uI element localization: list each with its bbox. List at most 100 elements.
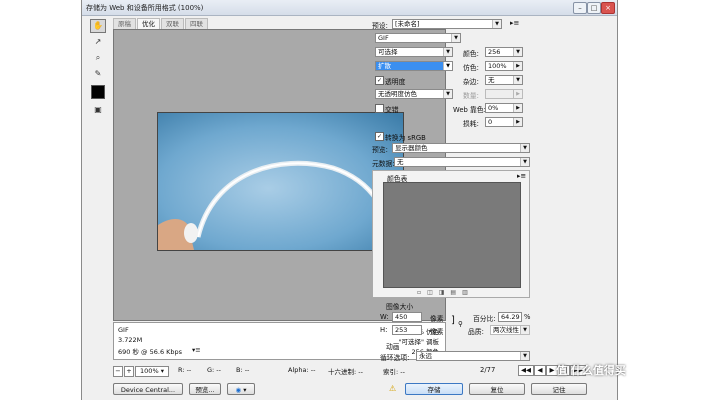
tab-optimized[interactable]: 优化	[137, 18, 160, 29]
dither-label: 仿色:	[463, 64, 479, 72]
toolbox: ✋ ↗ ⌕ ✎ ▣	[88, 18, 106, 114]
colors-select[interactable]: 256 ▼	[485, 47, 523, 57]
map-transparent-icon[interactable]: ▫	[417, 289, 427, 296]
view-tabs: 原稿 优化 双联 四联	[113, 18, 209, 29]
width-label: W:	[380, 313, 389, 321]
chevron-down-icon: ▼	[443, 90, 452, 98]
height-unit: 像素	[430, 328, 444, 336]
preset-select[interactable]: [未命名] ▼	[392, 19, 502, 29]
info-format: GIF	[118, 326, 129, 334]
new-color-icon[interactable]: ▤	[450, 289, 462, 296]
device-central-button[interactable]: Device Central...	[113, 383, 183, 395]
frame-counter: 2/77	[480, 366, 496, 374]
chevron-down-icon: ▼	[443, 48, 452, 56]
zoom-out-button[interactable]: −	[113, 366, 123, 377]
width-field[interactable]: 450	[392, 312, 422, 322]
chevron-down-icon: ▼	[520, 352, 529, 360]
zoom-icon[interactable]: ⌕	[90, 51, 106, 65]
preview-label: 预览:	[372, 146, 388, 154]
constrain-link-icon[interactable]: ]	[451, 315, 455, 326]
format-select[interactable]: GIF ▼	[375, 33, 461, 43]
bottom-buttons: Device Central... 预览... ◉ ▾ ⚠ 存储 复位 记住	[113, 382, 613, 396]
height-field[interactable]: 253	[392, 325, 422, 335]
reset-button[interactable]: 复位	[469, 383, 525, 395]
matte-label: 杂边:	[463, 78, 479, 86]
amount-field: ▶	[485, 89, 523, 99]
convert-srgb-checkbox[interactable]: ✓	[375, 132, 384, 141]
websnap-field[interactable]: 0% ▶	[485, 103, 523, 113]
transparency-checkbox[interactable]: ✓	[375, 76, 384, 85]
zoom-in-button[interactable]: +	[124, 366, 134, 377]
chevron-down-icon: ▼	[443, 62, 452, 70]
eyedropper-icon[interactable]: ✎	[90, 67, 106, 81]
chevron-down-icon: ▼	[492, 20, 501, 28]
close-icon[interactable]: ×	[601, 2, 615, 14]
window-title: 存储为 Web 和设备所用格式 (100%)	[86, 4, 204, 12]
tab-original[interactable]: 原稿	[113, 18, 136, 29]
toggle-slices-icon[interactable]: ▣	[90, 103, 106, 117]
alpha-readout: Alpha: --	[288, 366, 316, 374]
color-table-menu-icon[interactable]: ▸≡	[517, 172, 526, 180]
preview-select[interactable]: 显示器颜色 ▼	[392, 143, 530, 153]
browser-preview-button[interactable]: ◉ ▾	[227, 383, 255, 395]
link-icon[interactable]: ⚲	[458, 320, 463, 328]
chevron-right-icon: ▶	[513, 90, 522, 98]
zoom-level-select[interactable]: 100% ▾	[135, 366, 169, 377]
width-unit: 像素	[430, 315, 444, 323]
metadata-select[interactable]: 无 ▼	[394, 157, 530, 167]
loop-select[interactable]: 永远 ▼	[416, 351, 530, 361]
slice-select-icon[interactable]: ↗	[90, 35, 106, 49]
web-shift-icon[interactable]: ◫	[427, 289, 439, 296]
transparency-dither-select[interactable]: 无透明度仿色 ▼	[375, 89, 453, 99]
websnap-label: Web 靠色:	[453, 106, 486, 114]
matte-select[interactable]: 无 ▼	[485, 75, 523, 85]
tab-4up[interactable]: 四联	[185, 18, 208, 29]
eyedropper-color-swatch[interactable]	[91, 85, 105, 99]
title-bar: 存储为 Web 和设备所用格式 (100%) – □ ×	[82, 0, 617, 16]
save-button[interactable]: 存储	[405, 383, 463, 395]
tab-2up[interactable]: 双联	[161, 18, 184, 29]
percent-label: 百分比:	[473, 315, 496, 323]
browser-icon: ◉	[235, 386, 242, 394]
preview-image	[157, 112, 404, 251]
chevron-down-icon: ▼	[520, 158, 529, 166]
settings-menu-icon[interactable]: ▸≡	[510, 19, 519, 27]
lossy-field[interactable]: 0 ▶	[485, 117, 523, 127]
preview-button[interactable]: 预览...	[189, 383, 221, 395]
watermark: 值 什么值得买	[556, 364, 626, 377]
remember-button[interactable]: 记住	[531, 383, 587, 395]
preset-label: 预设:	[372, 22, 388, 30]
metadata-label: 元数据:	[372, 160, 395, 168]
dither-amount-field[interactable]: 100% ▶	[485, 61, 523, 71]
dither-algorithm-select[interactable]: 扩散 ▼	[375, 61, 453, 71]
prev-frame-button[interactable]: ◀	[534, 365, 546, 376]
animation-title: 动画	[386, 343, 400, 351]
percent-field[interactable]: 64.29	[498, 312, 522, 322]
index-readout: 索引: --	[383, 368, 405, 376]
delete-color-icon[interactable]: ▥	[462, 289, 474, 296]
save-for-web-dialog: 存储为 Web 和设备所用格式 (100%) – □ × ✋ ↗ ⌕ ✎ ▣ 原…	[81, 0, 618, 400]
chevron-right-icon: ▶	[513, 62, 522, 70]
percent-unit: %	[524, 313, 531, 321]
hex-readout: 十六进制: --	[328, 368, 363, 376]
height-label: H:	[380, 326, 388, 334]
first-frame-button[interactable]: ◀◀	[518, 365, 534, 376]
info-menu-icon[interactable]: ▾≡	[192, 346, 201, 354]
quality-select[interactable]: 两次线性 ▼	[490, 325, 530, 335]
lock-color-icon[interactable]: ◨	[439, 289, 451, 296]
color-table-actions: ▫◫◨▤▥	[417, 289, 474, 296]
convert-srgb-label: 转换为 sRGB	[385, 134, 426, 142]
b-readout: B: --	[236, 366, 250, 374]
color-table-grid[interactable]	[383, 182, 521, 288]
minimize-icon[interactable]: –	[573, 2, 587, 14]
maximize-icon[interactable]: □	[587, 2, 601, 14]
hand-icon[interactable]: ✋	[90, 19, 106, 33]
cable-photo	[158, 113, 403, 250]
interlaced-checkbox[interactable]	[375, 104, 384, 113]
chevron-down-icon: ▼	[513, 76, 522, 84]
g-readout: G: --	[207, 366, 221, 374]
color-reduction-select[interactable]: 可选择 ▼	[375, 47, 453, 57]
chevron-right-icon: ▶	[513, 104, 522, 112]
warning-icon: ⚠	[389, 384, 397, 393]
transparency-label: 透明度	[385, 78, 406, 86]
